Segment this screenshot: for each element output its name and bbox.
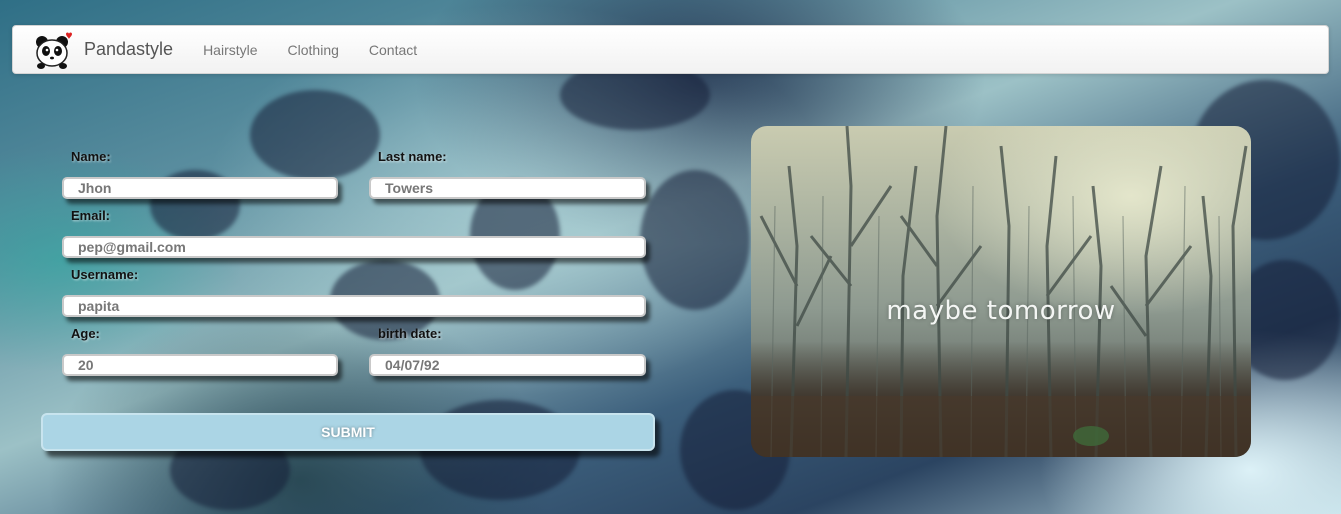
name-input[interactable] [62,177,338,199]
age-label: Age: [71,326,100,341]
nav-item-contact[interactable]: Contact [354,42,432,58]
nav-item-hairstyle[interactable]: Hairstyle [188,42,272,58]
forest-photo: maybe tomorrow [751,126,1251,457]
birth-date-input[interactable] [369,354,646,376]
navbar: Pandastyle Hairstyle Clothing Contact [12,25,1329,74]
submit-button[interactable]: SUBMIT [41,413,655,451]
nav-item-clothing[interactable]: Clothing [273,42,354,58]
panda-logo-icon[interactable] [33,30,73,70]
username-label: Username: [71,267,139,282]
email-label: Email: [71,208,111,223]
email-input[interactable] [62,236,646,258]
last-name-label: Last name: [378,149,447,164]
username-input[interactable] [62,295,646,317]
age-input[interactable] [62,354,338,376]
last-name-input[interactable] [369,177,646,199]
brand-link[interactable]: Pandastyle [84,39,173,60]
forest-trees-graphic [751,126,1251,457]
birth-date-label: birth date: [378,326,442,341]
name-label: Name: [71,149,111,164]
photo-caption: maybe tomorrow [886,296,1116,326]
